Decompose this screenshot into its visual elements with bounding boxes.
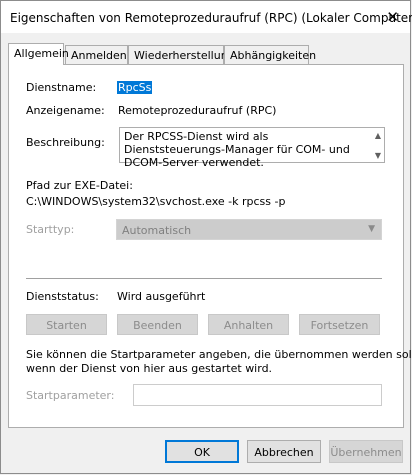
start-params-info-line2: wenn der Dienst von hier aus gestartet w… bbox=[26, 362, 273, 375]
divider bbox=[26, 278, 382, 279]
cancel-button-label: Abbrechen bbox=[254, 446, 314, 459]
scroll-down-icon[interactable]: ▼ bbox=[375, 151, 381, 160]
display-name-value: Remoteprozeduraufruf (RPC) bbox=[118, 104, 277, 117]
pause-button-label: Anhalten bbox=[223, 319, 274, 332]
apply-button-label: Übernehmen bbox=[330, 446, 402, 459]
tab-label: Abhängigkeiten bbox=[230, 49, 317, 62]
apply-button[interactable]: Übernehmen bbox=[329, 440, 403, 463]
start-params-info-line1: Sie können die Startparameter angeben, d… bbox=[26, 348, 412, 361]
exe-path-label: Pfad zur EXE-Datei: bbox=[26, 179, 133, 192]
tab-wiederherstellung[interactable]: Wiederherstellung bbox=[128, 45, 235, 64]
service-name-label: Dienstname: bbox=[26, 81, 97, 94]
tab-label: Wiederherstellung bbox=[134, 49, 235, 62]
tab-label: Anmelden bbox=[71, 49, 127, 62]
start-button[interactable]: Starten bbox=[26, 314, 107, 335]
start-params-label: Startparameter: bbox=[26, 389, 115, 402]
stop-button-label: Beenden bbox=[133, 319, 182, 332]
cancel-button[interactable]: Abbrechen bbox=[247, 440, 321, 463]
startup-type-value: Automatisch bbox=[122, 224, 192, 237]
startup-type-select[interactable]: Automatisch ▼ bbox=[116, 219, 382, 240]
start-button-label: Starten bbox=[46, 319, 87, 332]
exe-path-value: C:\WINDOWS\system32\svchost.exe -k rpcss… bbox=[26, 195, 286, 208]
close-icon[interactable]: ✕ bbox=[386, 9, 399, 25]
tab-abhaengigkeiten[interactable]: Abhängigkeiten bbox=[224, 45, 316, 64]
description-field[interactable]: Der RPCSS-Dienst wird als Dienststeuerun… bbox=[119, 127, 385, 169]
startup-type-label: Starttyp: bbox=[26, 223, 75, 236]
resume-button-label: Fortsetzen bbox=[310, 319, 369, 332]
properties-dialog: Eigenschaften von Remoteprozeduraufruf (… bbox=[0, 0, 412, 474]
tab-allgemein[interactable]: Allgemein bbox=[8, 43, 69, 65]
start-params-input[interactable] bbox=[133, 384, 382, 406]
stop-button[interactable]: Beenden bbox=[117, 314, 198, 335]
service-status-value: Wird ausgeführt bbox=[117, 290, 206, 303]
ok-button[interactable]: OK bbox=[165, 440, 239, 463]
tab-label: Allgemein bbox=[14, 47, 69, 60]
title-bar: Eigenschaften von Remoteprozeduraufruf (… bbox=[1, 1, 412, 33]
chevron-down-icon: ▼ bbox=[368, 224, 375, 234]
resume-button[interactable]: Fortsetzen bbox=[299, 314, 380, 335]
window-title: Eigenschaften von Remoteprozeduraufruf (… bbox=[10, 11, 412, 25]
description-label: Beschreibung: bbox=[26, 136, 105, 149]
display-name-label: Anzeigename: bbox=[26, 104, 105, 117]
scroll-up-icon[interactable]: ▲ bbox=[375, 131, 381, 140]
tab-anmelden[interactable]: Anmelden bbox=[65, 45, 128, 64]
pause-button[interactable]: Anhalten bbox=[208, 314, 289, 335]
description-text: Der RPCSS-Dienst wird als Dienststeuerun… bbox=[124, 130, 350, 169]
ok-button-label: OK bbox=[194, 446, 210, 459]
general-tab-panel: Dienstname: RpcSs Anzeigename: Remotepro… bbox=[8, 64, 412, 428]
service-status-label: Dienststatus: bbox=[26, 290, 99, 303]
service-name-value[interactable]: RpcSs bbox=[117, 81, 153, 94]
